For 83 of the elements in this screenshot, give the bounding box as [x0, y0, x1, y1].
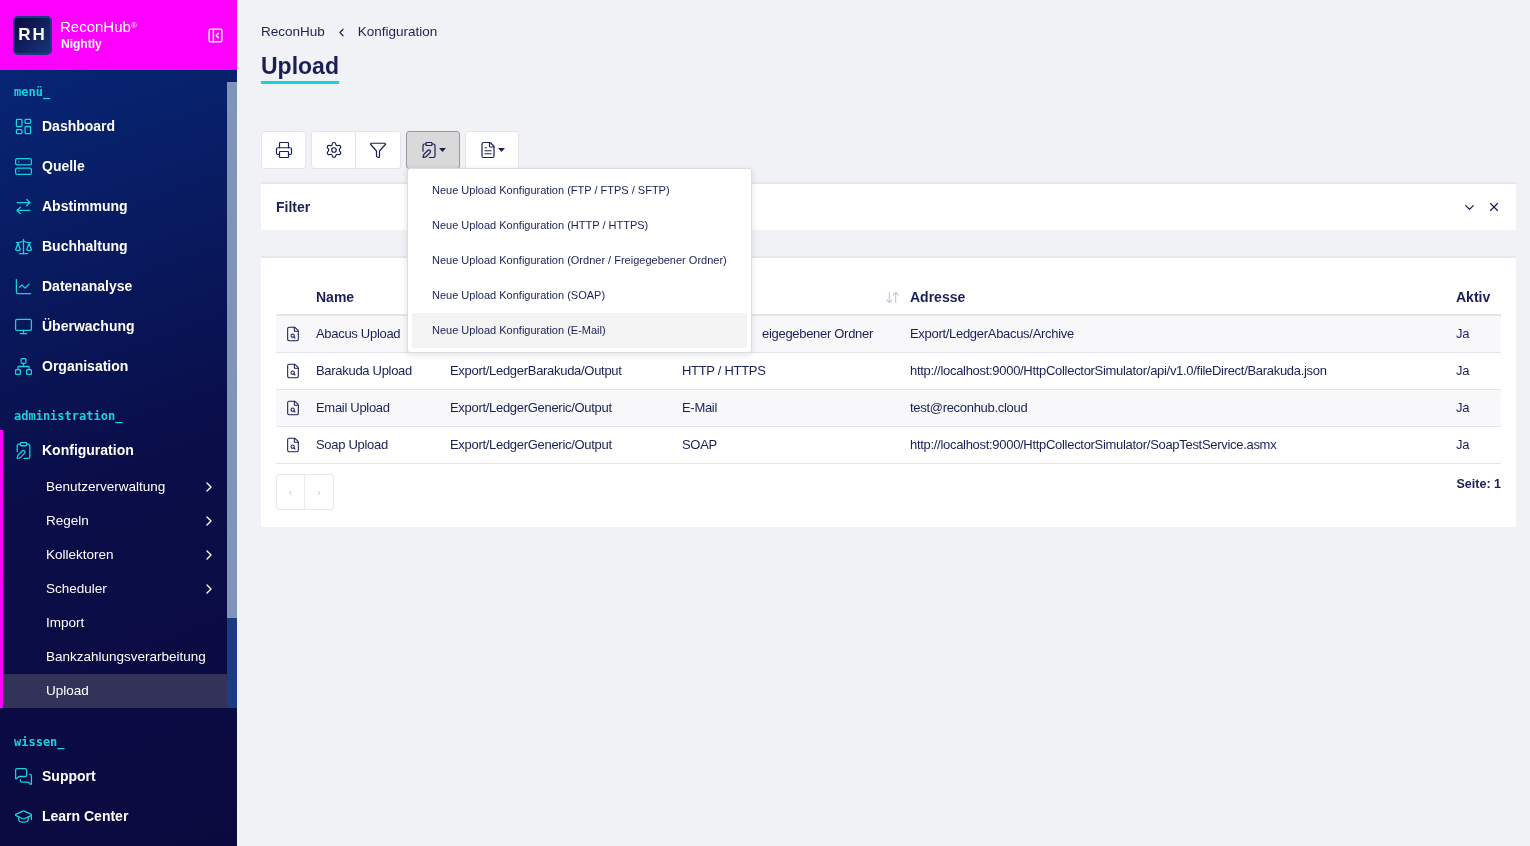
- brand-name: ReconHub$^{®}$: [60, 18, 138, 37]
- breadcrumb-link[interactable]: Konfiguration: [357, 21, 438, 43]
- server-icon: [14, 156, 33, 176]
- menu-item[interactable]: Neue Upload Konfiguration (E-Mail): [412, 313, 747, 348]
- logo-mark: RH: [13, 15, 52, 55]
- submenu-item[interactable]: Upload: [3, 674, 227, 708]
- section-heading: menü_: [13, 84, 52, 102]
- column-header[interactable]: Name: [316, 286, 355, 308]
- network-icon: [14, 356, 33, 376]
- document-icon: [479, 141, 497, 159]
- menu-item[interactable]: Neue Upload Konfiguration (FTP / FTPS / SFTP): [412, 173, 747, 208]
- table-cell-text: http://localhost:9000/HttpCollectorSimulator/api/v1.0/fileDirect/Barakuda.json: [910, 362, 1327, 381]
- submenu-item[interactable]: Import: [3, 606, 227, 640]
- print-button[interactable]: [261, 131, 306, 169]
- menu-item[interactable]: Neue Upload Konfiguration (SOAP): [412, 278, 747, 313]
- table-cell-text: eigegebener Ordner: [762, 325, 873, 344]
- nav-item[interactable]: Learn Center: [0, 796, 237, 836]
- submenu-item[interactable]: Benutzerverwaltung: [3, 470, 227, 504]
- page-title: Upload: [261, 51, 339, 84]
- scale-icon: [14, 236, 33, 256]
- table-cell-text: SOAP: [682, 436, 717, 455]
- nav-item[interactable]: Organisation: [0, 346, 227, 386]
- arrows-icon: [14, 196, 33, 216]
- collapse-sidebar-icon[interactable]: [207, 26, 224, 44]
- nav-item[interactable]: Quelle: [0, 146, 227, 186]
- file-search-icon[interactable]: [285, 400, 301, 416]
- table-cell-text: test@reconhub.cloud: [910, 399, 1028, 418]
- file-search-icon[interactable]: [285, 326, 301, 342]
- nav-item[interactable]: Buchhaltung: [0, 226, 227, 266]
- menu-item[interactable]: Neue Upload Konfiguration (HTTP / HTTPS): [412, 208, 747, 243]
- nav-item[interactable]: Überwachung: [0, 306, 227, 346]
- clipboard-pen-icon: [14, 440, 33, 460]
- filter-button[interactable]: [356, 131, 401, 169]
- table-cell-text: Export/LedgerGeneric/Output: [450, 399, 612, 418]
- printer-icon: [274, 141, 293, 159]
- submenu-item[interactable]: Bankzahlungsverarbeitung: [3, 640, 227, 674]
- table-cell-text: Abacus Upload: [316, 325, 401, 344]
- caret-icon: [439, 148, 446, 152]
- chat-bubbles-icon: [14, 766, 33, 786]
- page-info: Seite: 1: [1456, 476, 1501, 493]
- table-cell-text: E-Mail: [682, 399, 718, 418]
- submenu-item[interactable]: Kollektoren: [3, 538, 227, 572]
- nav-item[interactable]: Support: [0, 756, 237, 796]
- nav-item[interactable]: Dashboard: [0, 106, 227, 146]
- caret-icon: [498, 148, 505, 152]
- menu-item[interactable]: Neue Upload Konfiguration (Ordner / Freigegebener Ordner): [412, 243, 747, 278]
- settings-button[interactable]: [311, 131, 356, 169]
- filter-label: Filter: [276, 197, 312, 217]
- table-cell-text: Ja: [1456, 436, 1470, 455]
- table-cell-text: Ja: [1456, 399, 1470, 418]
- new-config-button[interactable]: [406, 131, 460, 169]
- clipboard-pen-icon: [420, 141, 438, 159]
- table-cell-text: Email Upload: [316, 399, 390, 418]
- file-search-icon[interactable]: [285, 437, 301, 453]
- dashboard-icon: [14, 116, 33, 136]
- column-header[interactable]: Adresse: [910, 286, 966, 308]
- line-chart-icon: [14, 276, 33, 296]
- monitor-icon: [14, 316, 33, 336]
- export-button[interactable]: [465, 131, 519, 169]
- section-heading: administration_: [13, 408, 124, 426]
- settings-icon: [324, 141, 343, 159]
- table-cell-text: Ja: [1456, 325, 1470, 344]
- table-cell-text: Export/LedgerBarakuda/Output: [450, 362, 622, 381]
- table-cell-text: HTTP / HTTPS: [682, 362, 766, 381]
- nav-item[interactable]: Abstimmung: [0, 186, 227, 226]
- close-icon[interactable]: [1487, 200, 1501, 214]
- table-cell-text: http://localhost:9000/HttpCollectorSimulator/SoapTestService.asmx: [910, 436, 1277, 455]
- table-cell-text: Export/LedgerAbacus/Archive: [910, 325, 1074, 344]
- file-search-icon[interactable]: [285, 363, 301, 379]
- table-cell-text: Export/LedgerGeneric/Output: [450, 436, 612, 455]
- filter-icon: [369, 141, 387, 159]
- submenu-item[interactable]: Scheduler: [3, 572, 227, 606]
- table-cell-text: Soap Upload: [316, 436, 388, 455]
- breadcrumb-link[interactable]: ReconHub: [261, 21, 325, 43]
- nav-item[interactable]: Datenanalyse: [0, 266, 227, 306]
- nav-item[interactable]: Konfiguration: [3, 430, 227, 470]
- edition-label: Nightly: [60, 36, 103, 52]
- submenu-item[interactable]: Regeln: [3, 504, 227, 538]
- table-cell-text: Barakuda Upload: [316, 362, 412, 381]
- section-heading: wissen_: [13, 734, 66, 752]
- table-cell-text: Ja: [1456, 362, 1470, 381]
- scrollbar-thumb[interactable]: [227, 82, 237, 618]
- column-header[interactable]: Aktiv: [1456, 286, 1491, 308]
